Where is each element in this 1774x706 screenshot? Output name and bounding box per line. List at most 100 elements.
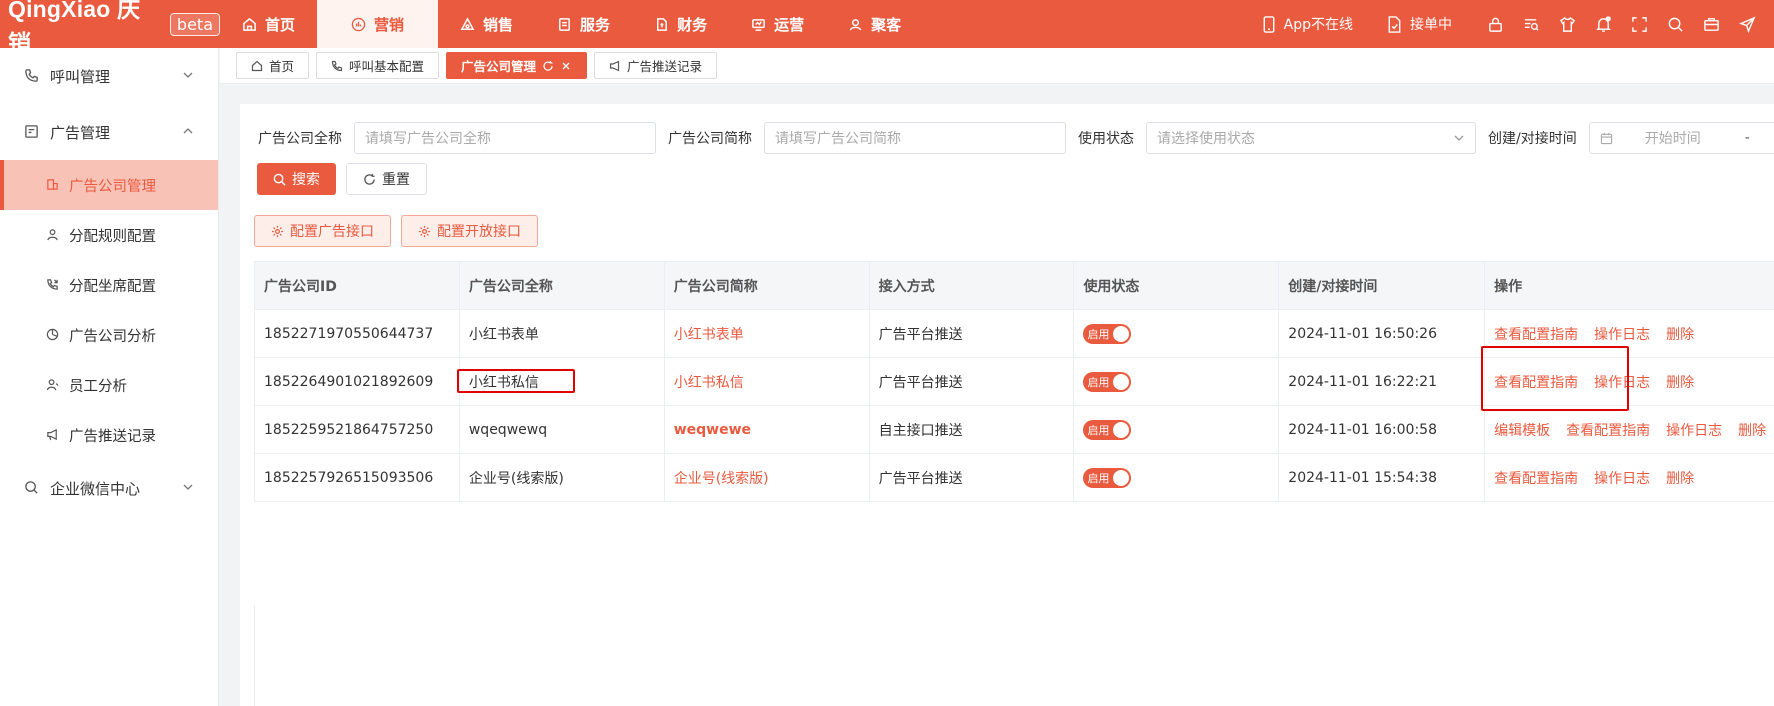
- search-list-icon[interactable]: [1522, 15, 1540, 33]
- nav-operation[interactable]: 运营: [729, 0, 826, 48]
- time-range-input[interactable]: 开始时间 -: [1588, 122, 1774, 154]
- view-guide-link[interactable]: 查看配置指南: [1494, 372, 1578, 392]
- chevron-down-icon: [1454, 135, 1464, 141]
- sidebar-group-ads[interactable]: 广告管理: [0, 104, 218, 160]
- header-short-name: 广告公司简称: [665, 262, 870, 309]
- config-ad-interface-label: 配置广告接口: [290, 224, 374, 240]
- sidebar-item-company-analysis[interactable]: 广告公司分析: [0, 310, 218, 360]
- nav-operation-label: 运营: [774, 15, 805, 34]
- beta-badge: beta: [169, 12, 220, 36]
- sidebar-item-rule-config[interactable]: 分配规则配置: [0, 210, 218, 260]
- tab-home[interactable]: 首页: [236, 52, 310, 79]
- operation-log-link[interactable]: 操作日志: [1594, 468, 1650, 488]
- tab-call-config-label: 呼叫基本配置: [349, 59, 425, 74]
- status-select[interactable]: 请选择使用状态: [1146, 122, 1476, 154]
- config-open-interface-button[interactable]: 配置开放接口: [401, 215, 538, 247]
- sidebar-item-push-record[interactable]: 广告推送记录: [0, 410, 218, 460]
- table-row: 1852259521864757250 wqeqwewq weqwewe 自主接…: [255, 406, 1774, 454]
- nav-marketing-label: 营销: [374, 15, 405, 34]
- app-status[interactable]: App不在线: [1262, 14, 1353, 34]
- delete-link[interactable]: 删除: [1666, 372, 1694, 392]
- lock-icon[interactable]: [1486, 15, 1504, 33]
- cell-id: 1852259521864757250: [255, 406, 460, 453]
- cell-time: 2024-11-01 16:00:58: [1279, 406, 1486, 453]
- cell-short-name-link[interactable]: 企业号(线索版): [674, 468, 769, 488]
- fullscreen-icon[interactable]: [1630, 15, 1648, 33]
- nav-customers[interactable]: 聚客: [826, 0, 923, 48]
- sidebar-group-call[interactable]: 呼叫管理: [0, 48, 218, 104]
- sidebar-item-staff-analysis[interactable]: 员工分析: [0, 360, 218, 410]
- operation-log-link[interactable]: 操作日志: [1666, 420, 1722, 440]
- nav-finance-label: 财务: [677, 15, 708, 34]
- search-icon[interactable]: [1666, 15, 1684, 33]
- nav-sales[interactable]: 销售: [438, 0, 535, 48]
- search-button[interactable]: 搜索: [257, 163, 336, 195]
- status-toggle[interactable]: 启用: [1083, 371, 1132, 392]
- nav-home[interactable]: 首页: [220, 0, 317, 48]
- delete-link[interactable]: 删除: [1666, 468, 1694, 488]
- phone-transfer-icon: [331, 60, 343, 71]
- order-status[interactable]: 接单中: [1387, 14, 1452, 34]
- sidebar-item-staff-analysis-label: 员工分析: [69, 378, 127, 395]
- nav-service[interactable]: 服务: [535, 0, 632, 48]
- tab-ad-company[interactable]: 广告公司管理: [446, 52, 588, 79]
- user-icon: [46, 228, 60, 242]
- megaphone-icon: [609, 60, 620, 71]
- tabs-bar: 首页 呼叫基本配置 广告公司管理 广告推送记录: [220, 48, 1774, 84]
- bell-icon[interactable]: [1594, 15, 1612, 33]
- staff-icon: [46, 378, 60, 392]
- briefcase-icon[interactable]: [1702, 15, 1720, 33]
- close-icon[interactable]: [560, 60, 572, 72]
- table-row: 1852257926515093506 企业号(线索版) 企业号(线索版) 广告…: [255, 454, 1774, 502]
- cell-short-name-link[interactable]: 小红书表单: [674, 324, 744, 344]
- tab-ad-company-label: 广告公司管理: [461, 59, 537, 74]
- view-guide-link[interactable]: 查看配置指南: [1494, 468, 1578, 488]
- table-header-row: 广告公司ID 广告公司全称 广告公司简称 接入方式 使用状态 创建/对接时间 操…: [255, 262, 1774, 310]
- view-guide-link[interactable]: 查看配置指南: [1566, 420, 1650, 440]
- delete-link[interactable]: 删除: [1738, 420, 1766, 440]
- short-name-input[interactable]: 请填写广告公司简称: [764, 122, 1066, 154]
- cell-full-name: wqeqwewq: [460, 406, 665, 453]
- app-status-label: App不在线: [1283, 17, 1353, 33]
- shirt-icon[interactable]: [1558, 15, 1576, 33]
- cell-id: 1852271970550644737: [255, 310, 460, 357]
- delete-link[interactable]: 删除: [1666, 324, 1694, 344]
- full-name-input[interactable]: 请填写广告公司全称: [354, 122, 656, 154]
- nav-finance[interactable]: 财务: [632, 0, 729, 48]
- sidebar-group-wecom[interactable]: 企业微信中心: [0, 460, 218, 516]
- finance-icon: [657, 17, 667, 31]
- tab-push-record[interactable]: 广告推送记录: [594, 52, 718, 79]
- refresh-icon[interactable]: [542, 60, 554, 72]
- status-toggle[interactable]: 启用: [1083, 323, 1132, 344]
- logo[interactable]: QingXiao 庆销 beta: [0, 0, 220, 56]
- header-id: 广告公司ID: [255, 262, 460, 309]
- sidebar-item-ad-company[interactable]: 广告公司管理: [0, 160, 218, 210]
- edit-template-link[interactable]: 编辑模板: [1494, 420, 1550, 440]
- status-toggle[interactable]: 启用: [1083, 467, 1132, 488]
- sidebar-item-seat-config[interactable]: 分配坐席配置: [0, 260, 218, 310]
- cell-full-name: 小红书私信: [460, 358, 665, 405]
- cell-id: 1852264901021892609: [255, 358, 460, 405]
- cell-full-name: 企业号(线索版): [460, 454, 665, 501]
- document-check-icon: [1388, 15, 1401, 33]
- home-icon: [251, 60, 263, 71]
- cell-short-name-link[interactable]: 小红书私信: [674, 372, 744, 392]
- config-buttons: 配置广告接口 配置开放接口: [254, 215, 538, 247]
- reset-button-label: 重置: [382, 172, 410, 188]
- time-separator: -: [1744, 130, 1750, 146]
- reset-button[interactable]: 重置: [346, 163, 427, 195]
- sidebar: 呼叫管理 广告管理 广告公司管理 分配规则配置 分配坐席配置 广告公司分析 员工…: [0, 48, 219, 706]
- view-guide-link[interactable]: 查看配置指南: [1494, 324, 1578, 344]
- chevron-down-icon: [182, 481, 196, 495]
- building-icon: [46, 178, 60, 192]
- config-ad-interface-button[interactable]: 配置广告接口: [254, 215, 391, 247]
- operation-log-link[interactable]: 操作日志: [1594, 324, 1650, 344]
- operation-log-link[interactable]: 操作日志: [1594, 372, 1650, 392]
- tab-call-config[interactable]: 呼叫基本配置: [316, 52, 440, 79]
- nav-marketing[interactable]: 营销: [317, 0, 439, 48]
- cell-short-name-link[interactable]: weqwewe: [674, 422, 751, 438]
- sidebar-group-ads-label: 广告管理: [50, 123, 111, 142]
- status-toggle[interactable]: 启用: [1083, 419, 1132, 440]
- config-open-interface-label: 配置开放接口: [437, 224, 521, 240]
- send-icon[interactable]: [1738, 15, 1756, 33]
